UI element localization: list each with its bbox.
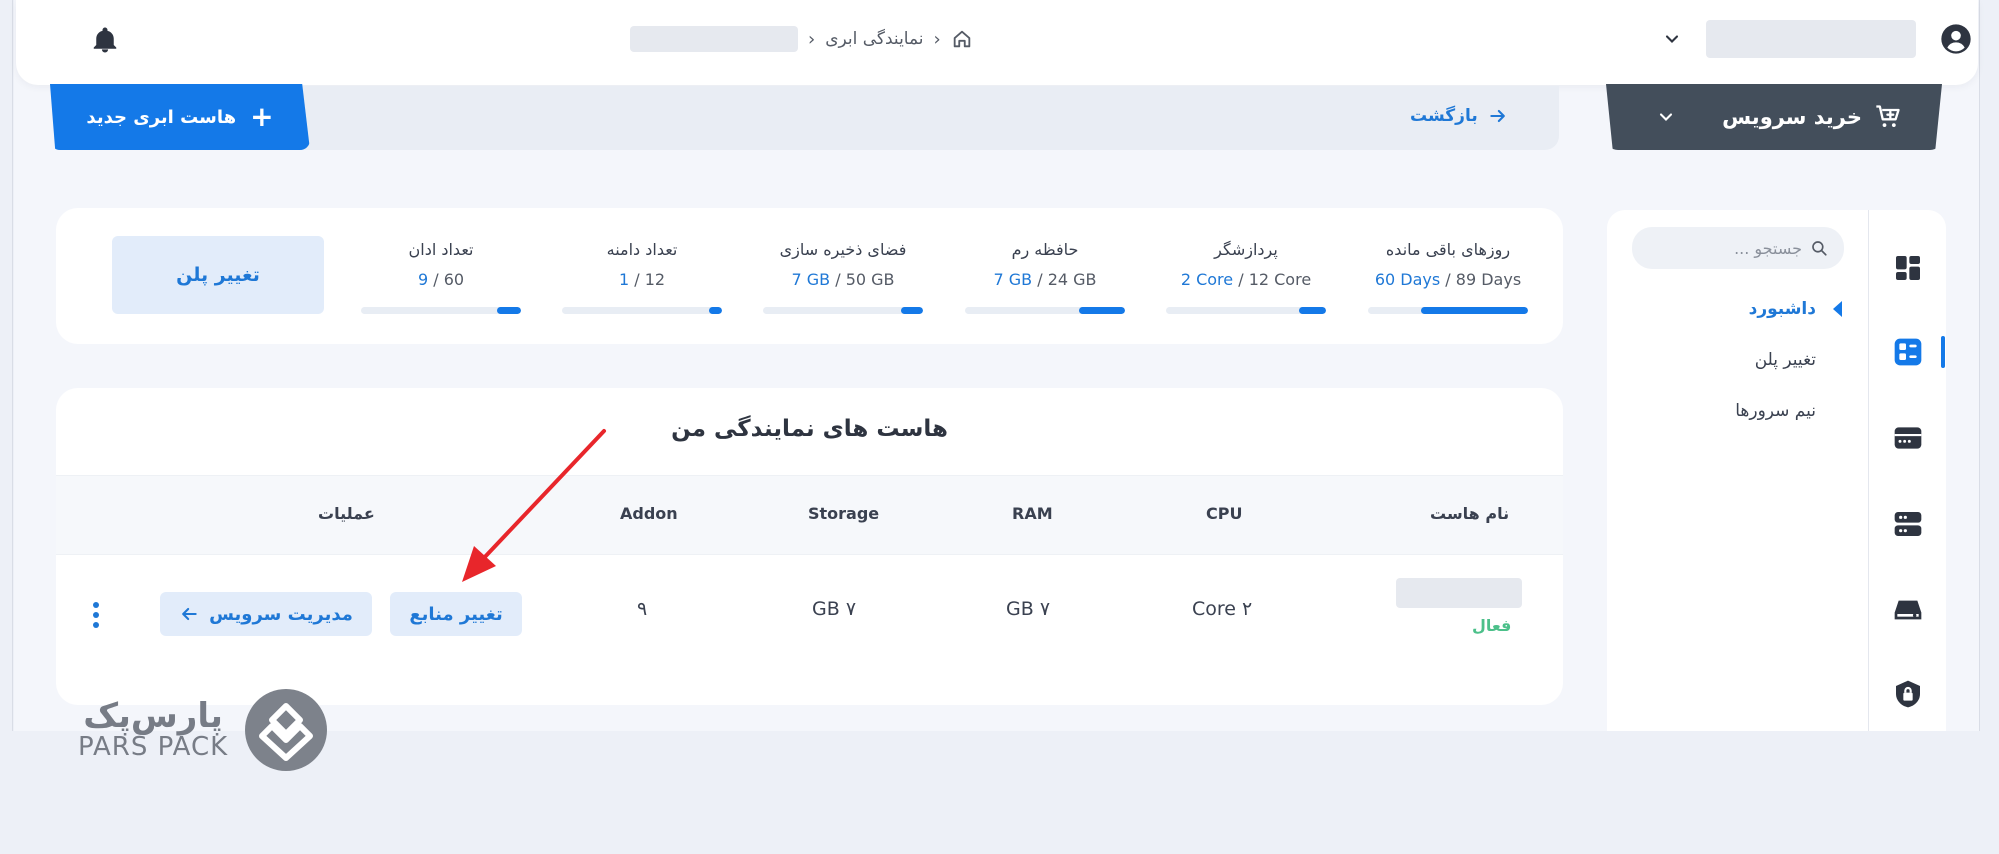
stat-value: 9 / 60 xyxy=(417,270,465,289)
new-cloud-host-label: هاست ابری جدید xyxy=(86,106,237,128)
storage-icon[interactable] xyxy=(1892,594,1924,626)
cell-cpu: ۲ Core xyxy=(1192,598,1253,620)
sidebar-item-nameservers[interactable]: نیم سرورها xyxy=(1630,385,1850,436)
sidebar-item-label: تغییر پلن xyxy=(1754,349,1816,370)
stat-label: روزهای باقی مانده xyxy=(1385,240,1511,259)
stat-remaining-days: روزهای باقی مانده 60 Days / 89 Days xyxy=(1368,240,1528,314)
column-header-addon: Addon xyxy=(620,504,678,523)
back-link[interactable]: بازگشت xyxy=(1410,104,1508,128)
breadcrumb-separator: › xyxy=(933,28,941,50)
sidebar-item-label: داشبورد xyxy=(1748,298,1816,319)
dashboard-icon[interactable] xyxy=(1892,252,1924,284)
chevron-down-icon xyxy=(1659,113,1673,121)
server-icon[interactable] xyxy=(1892,422,1924,454)
stat-progress-bar xyxy=(965,307,1125,314)
stat-cpu: پردازشگر 2 Core / 12 Core xyxy=(1166,240,1326,314)
stat-domains: تعداد دامنه 1 / 12 xyxy=(562,240,722,314)
home-icon[interactable] xyxy=(951,28,973,50)
stat-label: پردازشگر xyxy=(1214,240,1278,259)
search-icon xyxy=(1812,241,1827,256)
user-menu[interactable] xyxy=(1662,20,1972,58)
column-header-actions: عملیات xyxy=(318,504,375,523)
new-cloud-host-button[interactable]: + هاست ابری جدید xyxy=(50,84,310,150)
status-badge: فعال xyxy=(1472,616,1512,635)
back-label: بازگشت xyxy=(1410,106,1478,126)
column-header-cpu: CPU xyxy=(1206,504,1243,523)
stat-value: 7 GB / 50 GB xyxy=(791,270,895,289)
stat-value: 7 GB / 24 GB xyxy=(993,270,1097,289)
cell-storage: ۷ GB xyxy=(812,598,857,620)
breadcrumb: › نمایندگی ابری › xyxy=(630,24,973,54)
stat-ram: حافظه رم 7 GB / 24 GB xyxy=(965,240,1125,314)
table-header: نام هاست CPU RAM Storage Addon عملیات xyxy=(56,475,1563,555)
column-header-name: نام هاست xyxy=(1430,504,1510,523)
sidebar-menu: داشبورد تغییر پلن نیم سرورها xyxy=(1630,283,1850,436)
chevron-down-icon[interactable] xyxy=(1662,29,1682,49)
logo-mark-icon xyxy=(245,689,328,771)
buy-service-label: خرید سرویس xyxy=(1722,105,1862,129)
user-name-blurred xyxy=(1706,20,1916,58)
reseller-hosts-card: هاست های نمایندگی من نام هاست CPU RAM St… xyxy=(56,388,1563,705)
stat-label: تعداد دامنه xyxy=(606,240,678,259)
rail-active-indicator xyxy=(1941,336,1945,368)
top-header: › نمایندگی ابری › xyxy=(16,0,1978,85)
stat-progress-bar xyxy=(361,307,521,314)
change-resources-button[interactable]: تغییر منابع xyxy=(390,592,522,636)
stat-value: 60 Days / 89 Days xyxy=(1374,270,1522,289)
logo-text-en: PARS PACK xyxy=(78,731,229,762)
search-placeholder: جستجو ... xyxy=(1734,238,1802,258)
sidebar-item-label: نیم سرورها xyxy=(1735,400,1816,421)
sidebar-item-change-plan[interactable]: تغییر پلن xyxy=(1630,334,1850,385)
more-vertical-icon[interactable] xyxy=(90,600,102,630)
column-header-ram: RAM xyxy=(1012,504,1053,523)
cell-ram: ۷ GB xyxy=(1006,598,1051,620)
stat-value: 2 Core / 12 Core xyxy=(1180,270,1312,289)
servers-icon[interactable] xyxy=(1892,508,1924,540)
sidebar-search-input[interactable]: جستجو ... xyxy=(1632,227,1844,269)
stat-value: 1 / 12 xyxy=(618,270,666,289)
change-resources-label: تغییر منابع xyxy=(409,603,503,625)
stat-progress-bar xyxy=(1166,307,1326,314)
stat-label: حافظه رم xyxy=(1011,240,1079,259)
stat-storage: فضای ذخیره سازی 7 GB / 50 GB xyxy=(763,240,923,314)
breadcrumb-item-reseller[interactable]: نمایندگی ابری xyxy=(825,29,923,49)
frame-divider xyxy=(1979,0,1980,731)
sidebar-item-dashboard[interactable]: داشبورد xyxy=(1630,283,1850,334)
host-name-blurred xyxy=(1396,578,1522,608)
arrow-left-icon xyxy=(182,607,197,621)
plan-stats-card: تغییر پلن روزهای باقی مانده 60 Days / 89… xyxy=(56,208,1563,344)
parspack-logo: پارس‌پک PARS PACK xyxy=(78,688,328,772)
column-header-storage: Storage xyxy=(808,504,880,523)
reseller-icon[interactable] xyxy=(1892,336,1924,368)
stat-addons: تعداد ادان 9 / 60 xyxy=(361,240,521,314)
buy-service-button[interactable]: خرید سرویس xyxy=(1606,84,1942,150)
logo-wordmark: پارس‌پک PARS PACK xyxy=(78,699,228,762)
lock-icon[interactable] xyxy=(1892,678,1924,710)
active-caret-icon xyxy=(1833,301,1842,317)
stat-progress-bar xyxy=(763,307,923,314)
breadcrumb-separator: › xyxy=(808,28,816,50)
hosts-title: هاست های نمایندگی من xyxy=(671,416,948,442)
stat-label: فضای ذخیره سازی xyxy=(779,240,907,259)
manage-service-label: مدیریت سرویس xyxy=(209,603,353,625)
cell-addon: ۹ xyxy=(637,598,648,620)
plus-icon: + xyxy=(250,100,274,133)
arrow-right-icon xyxy=(1490,109,1505,123)
frame-divider xyxy=(12,0,13,731)
cart-plus-icon xyxy=(1876,105,1900,128)
stat-progress-bar xyxy=(562,307,722,314)
manage-service-button[interactable]: مدیریت سرویس xyxy=(160,592,372,636)
bell-icon[interactable] xyxy=(90,24,120,56)
user-circle-icon[interactable] xyxy=(1940,23,1972,55)
logo-text-fa: پارس‌پک xyxy=(83,695,223,736)
stat-progress-bar xyxy=(1368,307,1528,314)
stat-label: تعداد ادان xyxy=(408,240,474,259)
icon-rail xyxy=(1868,210,1946,731)
breadcrumb-blurred-item xyxy=(630,26,798,52)
change-plan-button[interactable]: تغییر پلن xyxy=(112,236,324,314)
